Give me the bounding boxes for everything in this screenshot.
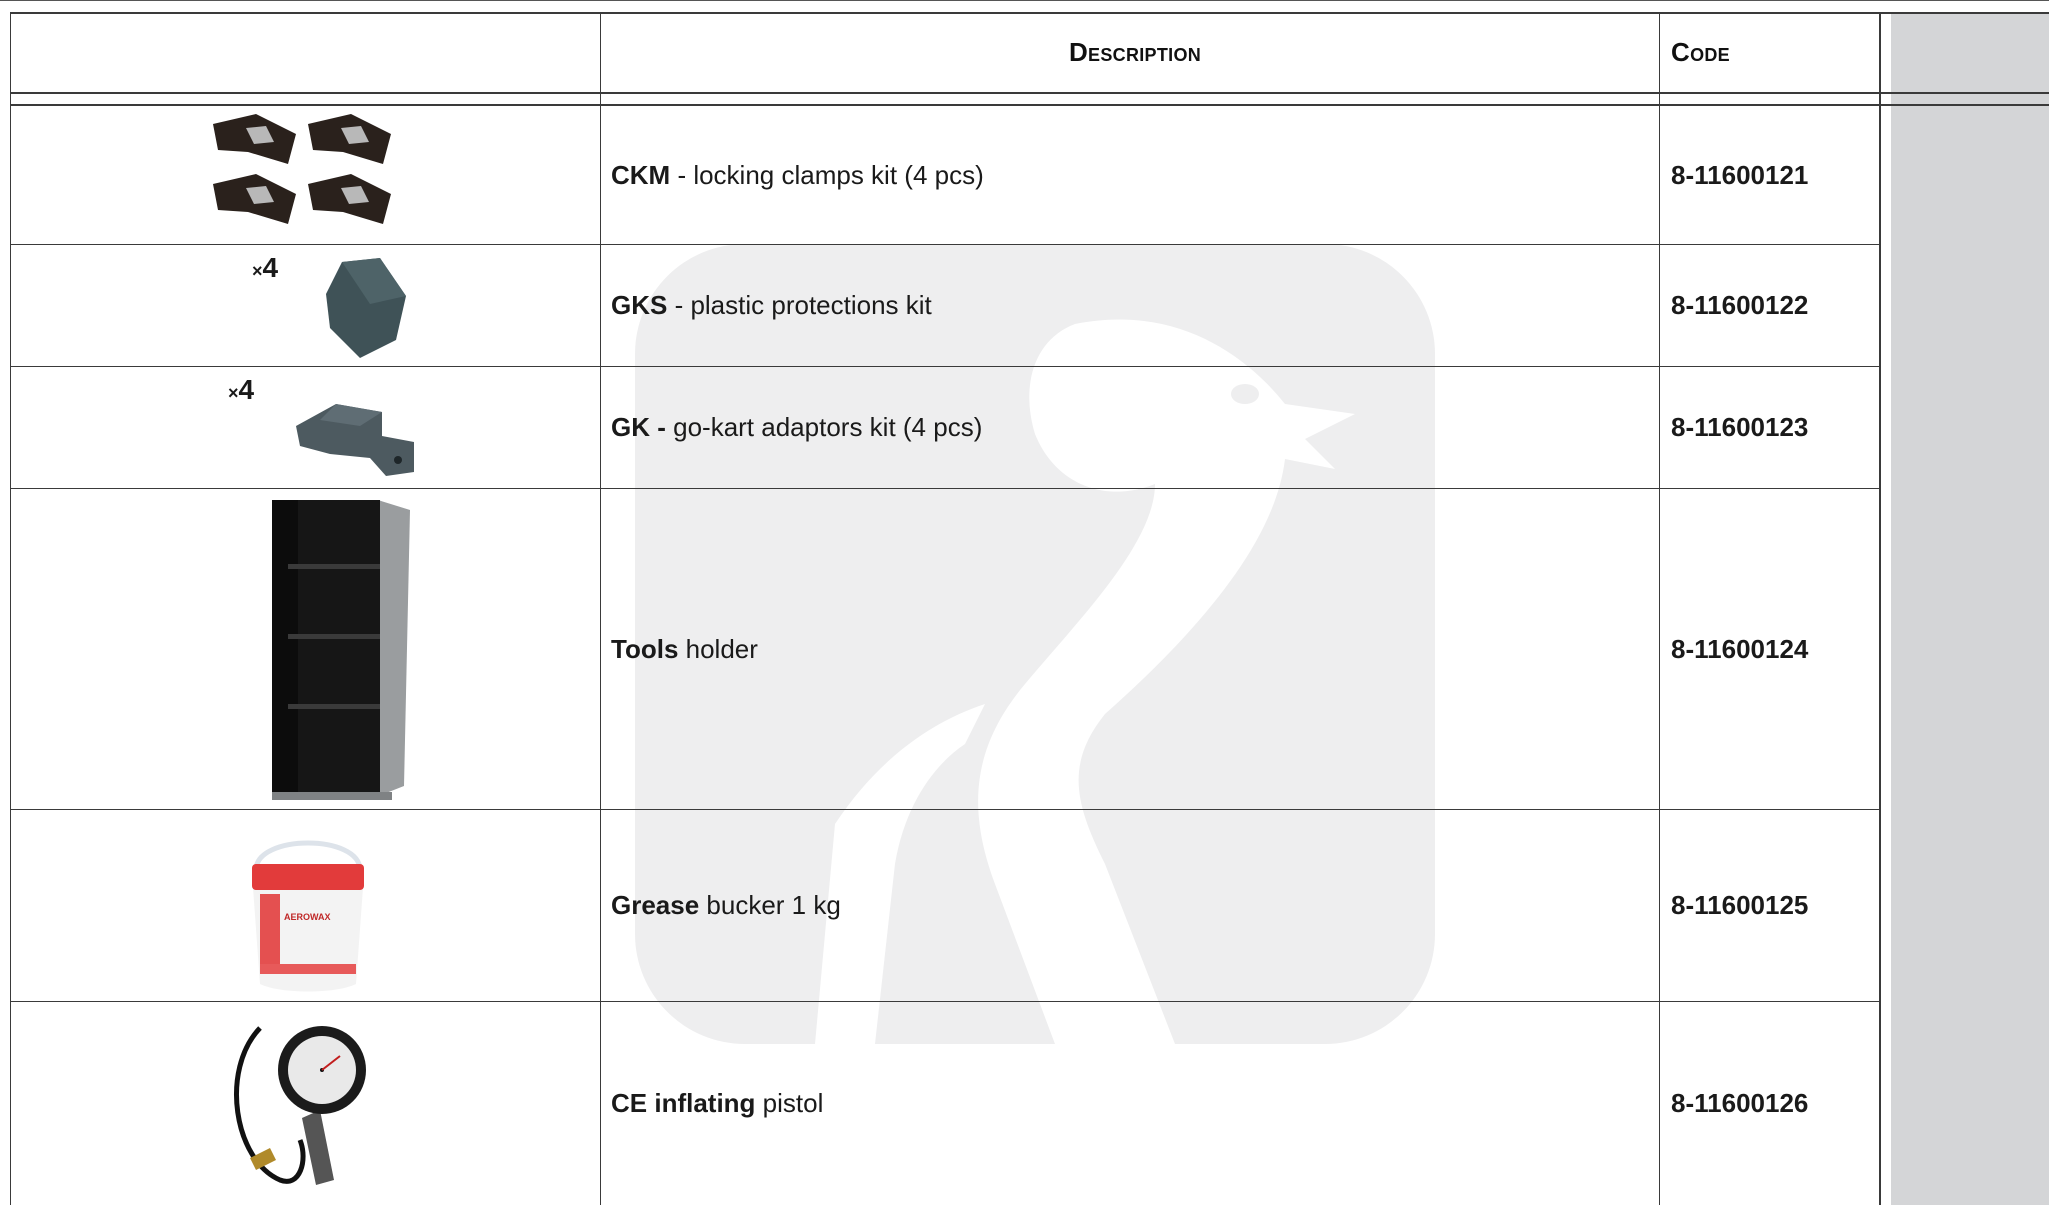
description-header: Description (1068, 36, 1202, 67)
product-name: GKS (611, 290, 668, 320)
top-rule (0, 0, 2049, 1)
product-code: 8-11600125 (1671, 890, 1809, 920)
product-code: 8-11600122 (1671, 290, 1809, 320)
quantity-label: ×4 (228, 374, 255, 405)
product-name: CKM (611, 159, 671, 190)
inflating-pistol-image (234, 1026, 366, 1185)
product-name: Tools (611, 633, 679, 664)
bucket-brand-text: AEROWAX (284, 912, 331, 922)
table-border-left (10, 12, 11, 1205)
code-header: Code (1671, 36, 1730, 67)
grease-bucket-image: AEROWAX (252, 840, 364, 992)
product-description: - plastic protections kit (667, 290, 932, 320)
accessories-table: Description Code CKM - locking clamps ki… (10, 12, 2049, 1205)
description-cell: CKM - locking clamps kit (4 pcs) (611, 106, 1669, 244)
shaded-column (1891, 12, 2049, 1205)
quantity-label: ×4 (252, 252, 279, 283)
product-code: 8-11600123 (1671, 412, 1809, 442)
go-kart-adaptor-image (296, 404, 414, 476)
product-code: 8-11600126 (1671, 1088, 1809, 1118)
product-description: - locking clamps kit (4 pcs) (670, 159, 984, 190)
description-cell: Tools holder (611, 489, 1669, 809)
tools-holder-image (272, 500, 410, 800)
product-description: pistol (755, 1088, 824, 1118)
product-name: CE inflating (611, 1088, 756, 1118)
description-cell: Grease bucker 1 kg (611, 810, 1669, 1001)
product-name: GK - (611, 412, 666, 442)
product-code: 8-11600121 (1671, 159, 1809, 190)
product-description: go-kart adaptors kit (4 pcs) (665, 412, 983, 442)
product-description: holder (678, 633, 758, 664)
product-name: Grease (611, 890, 700, 920)
description-cell: CE inflating pistol (611, 1002, 1669, 1205)
column-divider (600, 12, 601, 1205)
description-cell: GKS - plastic protections kit (611, 245, 1669, 366)
product-code: 8-11600124 (1671, 633, 1809, 664)
locking-clamps-image (213, 114, 391, 224)
plastic-protection-image (326, 258, 406, 358)
product-description: bucker 1 kg (699, 890, 841, 920)
description-cell: GK - go-kart adaptors kit (4 pcs) (611, 367, 1669, 488)
header-divider (10, 92, 2049, 94)
